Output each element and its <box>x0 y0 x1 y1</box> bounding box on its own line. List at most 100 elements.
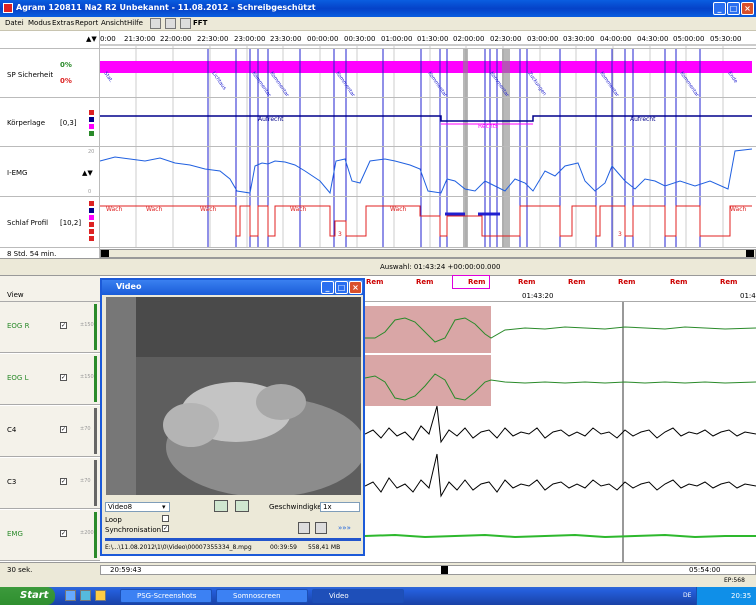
epoch-label[interactable]: Rem <box>518 278 535 286</box>
menu-report[interactable]: Report <box>75 19 98 27</box>
sync-checkbox[interactable]: ✓ <box>162 525 169 532</box>
more-icon[interactable]: »»» <box>338 524 351 532</box>
legend-box <box>89 124 94 129</box>
svg-text:Zuckungen: Zuckungen <box>526 71 547 97</box>
menu-ansicht[interactable]: Ansicht <box>101 19 127 27</box>
scroll-thumb[interactable] <box>441 566 448 574</box>
emg-arrows[interactable]: ▲▼ <box>82 169 93 177</box>
pos-label-3: Aufrecht <box>630 116 656 123</box>
print-icon[interactable] <box>150 18 161 29</box>
task-somnoscreen[interactable]: Somnoscreen <box>216 589 308 603</box>
video-progress[interactable] <box>105 538 361 541</box>
schlaf-range: [10,2] <box>60 219 82 227</box>
channel-bar <box>94 512 97 558</box>
epoch-length-label: 30 sek. <box>7 566 33 574</box>
selection-band-2 <box>502 49 510 247</box>
channel-scale: ±70 <box>80 426 91 432</box>
menu-extras[interactable]: Extras <box>52 19 74 27</box>
channel-checkbox[interactable]: ✓ <box>60 530 67 537</box>
zoom-out-icon[interactable] <box>315 522 327 534</box>
sync-label: Synchronisation <box>105 526 162 534</box>
speed-label: Geschwindigkeit <box>269 503 327 511</box>
stage-label: Wach <box>730 206 747 213</box>
scroll-left-icon[interactable] <box>101 250 109 257</box>
folder-icon[interactable] <box>95 590 106 601</box>
speed-select[interactable]: 1x <box>320 502 360 512</box>
start-time: 20:59:43 <box>110 566 142 574</box>
marked-region <box>365 306 491 406</box>
time-tick: 04:00:00 <box>600 35 632 43</box>
time-tick: 03:30:00 <box>563 35 595 43</box>
overview-graph: Stat. Lichtaus Kommentar Kommentar Komme… <box>99 44 756 247</box>
channel-bar <box>94 304 97 350</box>
sp-bar <box>100 61 752 73</box>
taskbar: Start PSG-Screenshots Somnoscreen Video … <box>0 587 756 605</box>
channel-checkbox[interactable]: ✓ <box>60 426 67 433</box>
stage-label: 3 <box>338 231 342 238</box>
export-icon[interactable] <box>180 18 191 29</box>
channel-bar <box>94 356 97 402</box>
epoch-time: 01:43:20 <box>522 292 554 300</box>
duration-label: 8 Std. 54 min. <box>7 250 57 258</box>
sp-pct-2: 0% <box>60 77 72 85</box>
time-scrollbar[interactable]: 20:59:43 05:54:00 <box>100 565 756 575</box>
bottom-bar: 30 sek. 20:59:43 05:54:00 EP:568 <box>0 562 756 587</box>
legend-box <box>89 222 94 227</box>
quicklaunch-icon[interactable] <box>80 590 91 601</box>
task-video[interactable]: Video <box>312 589 404 603</box>
selection-label: Auswahl: 01:43:24 +00:00:00.000 <box>380 263 501 271</box>
svg-text:Kommentar: Kommentar <box>678 71 700 99</box>
channel-checkbox[interactable]: ✓ <box>60 322 67 329</box>
next-frame-button[interactable] <box>235 500 249 512</box>
chevron-down-icon: ▾ <box>162 503 166 511</box>
title-bar: Agram 120811 Na2 R2 Unbekannt - 11.08.20… <box>0 0 756 17</box>
epoch-label-selected[interactable]: Rem <box>452 275 490 289</box>
epoch-label[interactable]: Rem <box>670 278 687 286</box>
zoom-in-icon[interactable] <box>298 522 310 534</box>
video-device-select[interactable]: Video8 ▾ <box>105 502 170 512</box>
epoch-label[interactable]: Rem <box>366 278 383 286</box>
video-minimize-button[interactable]: _ <box>321 281 334 294</box>
channel-name: EOG R <box>7 322 30 330</box>
c3-trace <box>365 453 756 498</box>
epoch-label[interactable]: Rem <box>720 278 737 286</box>
epoch-counter: EP:568 <box>724 577 745 584</box>
epoch-label[interactable]: Rem <box>416 278 433 286</box>
minimize-button[interactable]: _ <box>713 2 726 15</box>
tool-icon[interactable] <box>165 18 176 29</box>
channel-name: EMG <box>7 530 23 538</box>
overview-scrollbar[interactable] <box>100 249 756 258</box>
prev-frame-button[interactable] <box>214 500 228 512</box>
svg-text:Kommentar: Kommentar <box>334 71 356 99</box>
stage-label: Wach <box>146 206 163 213</box>
view-header: View <box>0 276 100 302</box>
channel-name: EOG L <box>7 374 29 382</box>
channel-name: C3 <box>7 478 17 486</box>
menu-datei[interactable]: Datei <box>5 19 24 27</box>
video-time: 00:39:59 <box>270 544 297 551</box>
start-button[interactable]: Start <box>0 587 55 605</box>
channel-checkbox[interactable]: ✓ <box>60 374 67 381</box>
channel-row: EMG ✓ ±200 <box>0 510 100 561</box>
channel-checkbox[interactable]: ✓ <box>60 478 67 485</box>
task-psg[interactable]: PSG-Screenshots <box>120 589 212 603</box>
fft-button[interactable]: FFT <box>193 19 207 27</box>
channel-row: EOG R ✓ ±150 <box>0 302 100 353</box>
scroll-right-icon[interactable] <box>746 250 754 257</box>
maximize-button[interactable]: □ <box>727 2 740 15</box>
epoch-label[interactable]: Rem <box>568 278 585 286</box>
video-maximize-button[interactable]: □ <box>335 281 348 294</box>
loop-checkbox[interactable] <box>162 515 169 522</box>
video-close-button[interactable]: × <box>349 281 362 294</box>
lang-indicator[interactable]: DE <box>683 592 691 599</box>
app-icon <box>3 3 13 13</box>
timeline-arrows[interactable]: ▲▼ <box>86 35 97 43</box>
menu-modus[interactable]: Modus <box>28 19 51 27</box>
menu-hilfe[interactable]: Hilfe <box>127 19 143 27</box>
channel-scale: ±200 <box>80 530 94 536</box>
ie-icon[interactable] <box>65 590 76 601</box>
epoch-label[interactable]: Rem <box>618 278 635 286</box>
close-button[interactable]: × <box>741 2 754 15</box>
channel-name: C4 <box>7 426 17 434</box>
video-title-bar: Video _ □ × <box>102 280 363 295</box>
